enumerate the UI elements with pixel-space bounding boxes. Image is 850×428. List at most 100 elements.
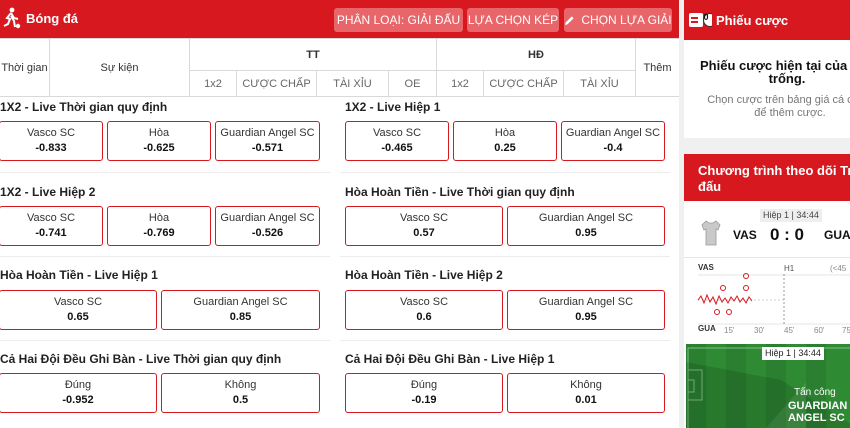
betslip-count-badge: 0 — [703, 12, 709, 22]
col-hd-1x2: 1x2 — [436, 70, 484, 97]
odds-selection: Đúng — [410, 379, 438, 391]
timeline-tick: 60' — [814, 326, 825, 335]
pitch-team-label: GUARDIAN ANGEL SC — [788, 400, 848, 424]
col-hd-handicap: CƯỢC CHẤP — [483, 70, 564, 97]
odds-value: 0.6 — [416, 311, 432, 323]
market-title: Hòa Hoàn Tiền - Live Hiệp 1 — [0, 268, 158, 282]
odds-button[interactable]: Đúng -0.952 — [0, 373, 157, 413]
odds-selection: Vasco SC — [26, 127, 76, 139]
col-tt-1x2: 1x2 — [189, 70, 237, 97]
odds-selection: Guardian Angel SC — [565, 127, 661, 139]
odds-value: -0.526 — [251, 227, 284, 239]
odds-button[interactable]: Không 0.01 — [507, 373, 665, 413]
divider — [340, 256, 670, 257]
col-event: Sự kiện — [49, 38, 190, 97]
market-title: 1X2 - Live Hiệp 2 — [0, 185, 96, 199]
timeline-tick: 75' — [842, 326, 850, 335]
pitch-event-label: Tấn công — [794, 387, 836, 398]
odds-button[interactable]: Vasco SC 0.57 — [345, 206, 503, 246]
divider — [340, 172, 670, 173]
odds-selection: Hòa — [148, 212, 170, 224]
odds-value: 0.5 — [232, 394, 249, 406]
match-tracker-header: Chương trình theo dõi Trận đấu — [684, 154, 850, 201]
odds-button[interactable]: Guardian Angel SC -0.4 — [561, 121, 665, 161]
home-team-code: VAS — [733, 228, 757, 242]
timeline-away-label: GUA — [698, 324, 716, 333]
odds-value: 0.65 — [67, 311, 89, 323]
odds-button[interactable]: Vasco SC -0.465 — [345, 121, 449, 161]
divider — [684, 257, 850, 258]
odds-selection: Không — [224, 379, 257, 391]
betslip-hint: Chọn cược trên bảng giá cá cược để thêm … — [707, 94, 850, 119]
market-title: Cả Hai Đội Đều Ghi Bàn - Live Hiệp 1 — [345, 352, 555, 366]
odds-selection: Vasco SC — [399, 296, 449, 308]
odds-value: 0.95 — [575, 227, 597, 239]
odds-selection: Hòa — [494, 127, 516, 139]
odds-value: -0.4 — [603, 142, 623, 154]
odds-value: 0.01 — [575, 394, 597, 406]
odds-button[interactable]: Vasco SC -0.833 — [0, 121, 103, 161]
odds-button[interactable]: Không 0.5 — [161, 373, 320, 413]
match-tracker-panel: Chương trình theo dõi Trận đấu Hiệp 1 | … — [684, 154, 850, 428]
odds-selection: Guardian Angel SC — [538, 212, 634, 224]
odds-button[interactable]: Vasco SC 0.65 — [0, 290, 157, 330]
odds-selection: Guardian Angel SC — [220, 127, 315, 139]
col-more[interactable]: Thêm — [635, 38, 679, 97]
odds-button[interactable]: Guardian Angel SC -0.526 — [215, 206, 320, 246]
odds-selection: Guardian Angel SC — [193, 296, 288, 308]
odds-table-header: Thời gian Sự kiện TT HĐ Thêm 1x2 CƯỢC CH… — [0, 38, 679, 97]
sort-by-league-button[interactable]: PHÂN LOẠI: GIẢI ĐẤU — [334, 8, 463, 32]
odds-value: -0.19 — [411, 394, 437, 406]
odds-button[interactable]: Vasco SC -0.741 — [0, 206, 103, 246]
odds-button[interactable]: Guardian Angel SC 0.95 — [507, 290, 665, 330]
odds-value: 0.57 — [413, 227, 435, 239]
odds-button[interactable]: Hòa -0.625 — [107, 121, 211, 161]
sport-title: Bóng đá — [26, 11, 78, 26]
sport-header-bar: Bóng đá PHÂN LOẠI: GIẢI ĐẤU LỰA CHỌN KÉP… — [0, 0, 679, 38]
odds-selection: Vasco SC — [26, 212, 76, 224]
away-team-code: GUA — [824, 228, 850, 242]
market-title: Hòa Hoàn Tiền - Live Hiệp 2 — [345, 268, 503, 282]
timeline-tick: 45' — [784, 326, 795, 335]
odds-value: -0.625 — [143, 142, 175, 154]
odds-selection: Đúng — [64, 379, 92, 391]
odds-selection: Không — [570, 379, 602, 391]
betslip-empty-message: Phiếu cược hiện tại của bạn trống. — [700, 58, 850, 86]
odds-value: -0.952 — [62, 394, 94, 406]
odds-value: -0.769 — [143, 227, 175, 239]
odds-button[interactable]: Vasco SC 0.6 — [345, 290, 503, 330]
col-tt-oddeven: OE — [388, 70, 437, 97]
odds-button[interactable]: Hòa 0.25 — [453, 121, 557, 161]
odds-button[interactable]: Guardian Angel SC 0.95 — [507, 206, 665, 246]
soccer-player-icon — [3, 7, 21, 29]
col-group-fulltime: TT — [189, 38, 437, 71]
select-tournament-button[interactable]: CHỌN LỰA GIẢI — [564, 8, 672, 32]
odds-button[interactable]: Guardian Angel SC -0.571 — [215, 121, 320, 161]
market-title: Hòa Hoàn Tiền - Live Thời gian quy định — [345, 185, 575, 199]
market-title: Cả Hai Đội Đều Ghi Bàn - Live Thời gian … — [0, 352, 282, 366]
divider — [0, 172, 330, 173]
betslip-title: Phiếu cược — [716, 13, 789, 28]
col-time: Thời gian — [0, 38, 50, 97]
market-title: 1X2 - Live Hiệp 1 — [345, 100, 441, 114]
betslip-header[interactable]: 0 Phiếu cược — [684, 0, 850, 40]
odds-selection: Guardian Angel SC — [220, 212, 315, 224]
odds-button[interactable]: Hòa -0.769 — [107, 206, 211, 246]
main-panel: Bóng đá PHÂN LOẠI: GIẢI ĐẤU LỰA CHỌN KÉP… — [0, 0, 679, 428]
odds-button[interactable]: Đúng -0.19 — [345, 373, 503, 413]
combo-bet-button[interactable]: LỰA CHỌN KÉP — [467, 8, 559, 32]
match-tracker-title: Chương trình theo dõi Trận đấu — [698, 163, 850, 194]
timeline-tick: 30' — [754, 326, 765, 335]
odds-selection: Guardian Angel SC — [538, 296, 634, 308]
col-hd-overunder: TÀI XỈU — [563, 70, 636, 97]
odds-value: 0.25 — [494, 142, 516, 154]
pitch-period-badge: Hiệp 1 | 34:44 — [762, 347, 824, 360]
divider — [0, 256, 330, 257]
odds-value: -0.465 — [381, 142, 413, 154]
match-timeline: VAS H1 (<45 GUA 15' 30' 45' 60' 75' — [684, 260, 850, 338]
timeline-tick: 15' — [724, 326, 735, 335]
col-tt-handicap: CƯỢC CHẤP — [236, 70, 317, 97]
jersey-icon — [701, 220, 721, 246]
odds-button[interactable]: Guardian Angel SC 0.85 — [161, 290, 320, 330]
market-title: 1X2 - Live Thời gian quy định — [0, 100, 168, 114]
